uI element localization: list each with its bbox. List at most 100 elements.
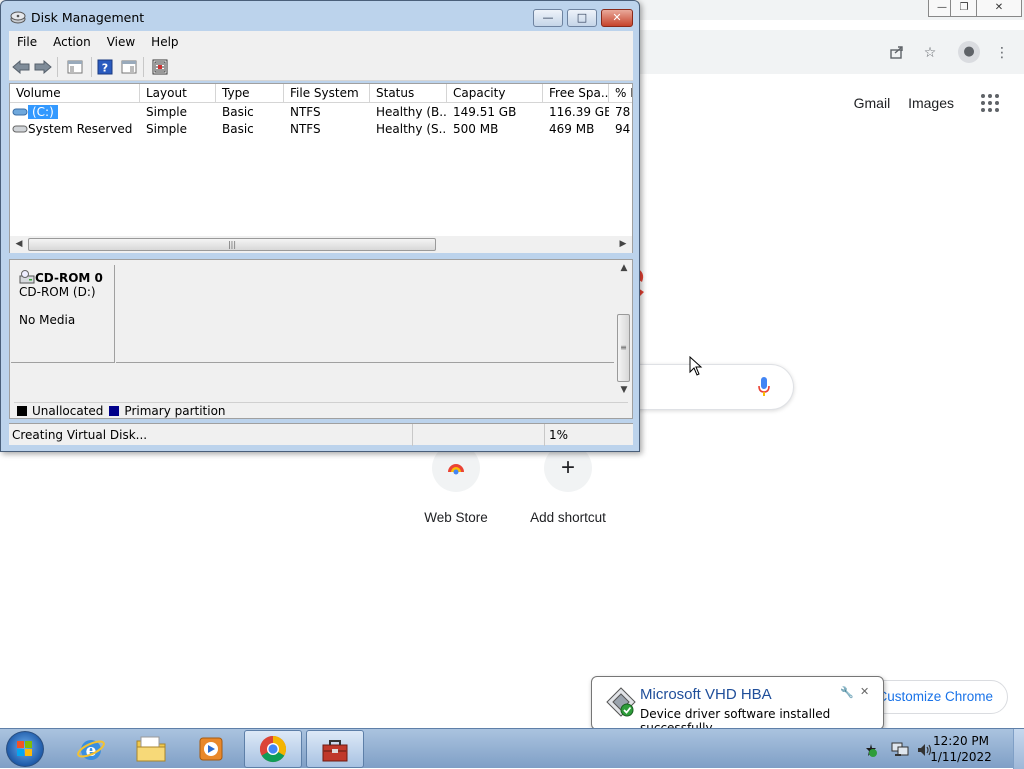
chrome-menu-icon[interactable]: ⋮ [993,44,1011,62]
column-header-capacity[interactable]: Capacity [447,84,543,103]
disk-name: CD-ROM 0 [35,271,103,285]
address-bar[interactable] [640,38,880,66]
chrome-restore-button[interactable]: ❐ [950,0,978,17]
disk-management-window: Disk Management — □ ✕ File Action View Help… [0,0,640,452]
show-hide-console-tree-icon[interactable] [65,57,85,77]
status-progress: 1% [549,428,569,442]
close-button[interactable]: ✕ [601,9,633,27]
google-apps-icon[interactable] [980,93,1000,113]
volume-name: (C:) [28,105,58,119]
percent-free-cell: 78 [615,105,631,119]
status-text: Creating Virtual Disk... [9,424,413,446]
device-driver-icon [605,686,637,718]
disk-label-cd-rom-0[interactable]: CD-ROM 0 CD-ROM (D:) No Media [11,265,115,363]
network-icon[interactable] [891,742,909,761]
status-bar: Creating Virtual Disk... 1% [9,423,633,446]
menu-bar: File Action View Help [9,31,633,53]
column-header-type[interactable]: Type [216,84,284,103]
scroll-right-arrow-icon[interactable]: ▶ [616,238,630,251]
layout-cell: Simple [146,122,187,136]
column-header-file-system[interactable]: File System [284,84,370,103]
menu-file[interactable]: File [9,31,45,53]
internet-explorer-icon: e [77,740,105,761]
scroll-left-arrow-icon[interactable]: ◀ [12,238,26,251]
profile-avatar-icon[interactable]: ● [958,41,980,63]
folder-icon [136,736,166,762]
status-cell: Healthy (S... [376,122,447,136]
vertical-scrollbar[interactable]: ▲ ≡ ▼ [615,260,632,400]
disk-partition-area[interactable] [116,265,614,363]
status-cell: Healthy (B... [376,105,447,119]
clock-date: 1/11/2022 [930,750,992,764]
volume-row[interactable]: (C:) Simple Basic NTFS Healthy (B... 149… [10,104,632,121]
minimize-button[interactable]: — [533,9,563,27]
images-link[interactable]: Images [908,95,954,111]
taskbar-clock[interactable]: 12:20 PM 1/11/2022 [918,733,1004,765]
disk-graphical-view[interactable]: CD-ROM 0 CD-ROM (D:) No Media ▲ ≡ ▼ Unal… [9,259,633,419]
primary-partition-swatch [109,406,120,416]
windows-logo-icon [17,741,32,756]
taskbar-media-player[interactable] [182,730,240,768]
wrench-icon[interactable]: 🔧 [840,686,854,699]
horizontal-scroll-thumb[interactable]: ||| [28,238,436,251]
horizontal-scrollbar[interactable]: ◀ ||| ▶ [10,236,632,253]
type-cell: Basic [222,105,254,119]
column-header-volume[interactable]: Volume [10,84,140,103]
svg-text:?: ? [102,62,108,75]
balloon-close-icon[interactable]: ✕ [860,685,869,698]
help-icon[interactable]: ? [95,57,115,77]
share-icon[interactable] [888,44,906,62]
menu-view[interactable]: View [99,31,143,53]
toolbar-separator [57,57,58,77]
google-top-links: Gmail Images [840,95,954,111]
volume-list-header: Volume Layout Type File System Status Ca… [10,84,632,103]
volume-name: System Reserved [28,122,133,136]
disk-media-status: No Media [19,313,76,327]
file-system-cell: NTFS [290,122,321,136]
volume-row[interactable]: System Reserved Simple Basic NTFS Health… [10,121,632,138]
column-header-status[interactable]: Status [370,84,447,103]
shortcut-label: Web Store [424,510,488,525]
partition-legend: Unallocated Primary partition [14,402,628,418]
shortcut-label: Add shortcut [530,510,606,525]
taskbar-file-explorer[interactable] [122,730,180,768]
shortcut-web-store[interactable]: Web Store [400,444,512,525]
column-header-free-space[interactable]: Free Spa... [543,84,609,103]
forward-arrow-icon[interactable] [33,57,53,77]
taskbar-computer-management[interactable] [306,730,364,768]
bookmark-star-icon[interactable]: ☆ [921,44,939,62]
toolbox-icon [322,740,348,762]
maximize-button[interactable]: □ [567,9,597,27]
chrome-close-button[interactable]: ✕ [976,0,1022,17]
legend-unallocated: Unallocated [32,404,104,418]
start-button[interactable] [6,731,44,767]
voice-search-mic-icon[interactable] [757,376,771,398]
taskbar-internet-explorer[interactable]: e [62,730,120,768]
vertical-scroll-thumb[interactable]: ≡ [617,314,630,382]
clock-time: 12:20 PM [933,734,989,748]
volume-drive-icon [12,108,28,116]
column-header-layout[interactable]: Layout [140,84,216,103]
capacity-cell: 149.51 GB [453,105,517,119]
disk-management-app-icon [10,10,26,24]
window-titlebar[interactable]: Disk Management — □ ✕ [1,1,639,33]
menu-help[interactable]: Help [143,31,186,53]
scroll-down-arrow-icon[interactable]: ▼ [617,384,631,397]
shortcut-add[interactable]: + Add shortcut [512,444,624,525]
scroll-up-arrow-icon[interactable]: ▲ [617,262,631,275]
menu-action[interactable]: Action [45,31,99,53]
back-arrow-icon[interactable] [11,57,31,77]
column-header-percent-free[interactable]: % F [609,84,632,103]
action-center-icon[interactable] [864,743,878,760]
notification-balloon[interactable]: Microsoft VHD HBA Device driver software… [591,676,884,739]
properties-icon[interactable] [150,57,170,77]
gmail-link[interactable]: Gmail [854,95,891,111]
show-hide-action-pane-icon[interactable] [119,57,139,77]
free-space-cell: 469 MB [549,122,595,136]
disk-drive: CD-ROM (D:) [19,285,96,299]
capacity-cell: 500 MB [453,122,499,136]
show-desktop-button[interactable] [1013,729,1024,769]
volume-list[interactable]: Volume Layout Type File System Status Ca… [9,83,633,253]
taskbar-chrome[interactable] [244,730,302,768]
volume-drive-icon [12,125,28,133]
